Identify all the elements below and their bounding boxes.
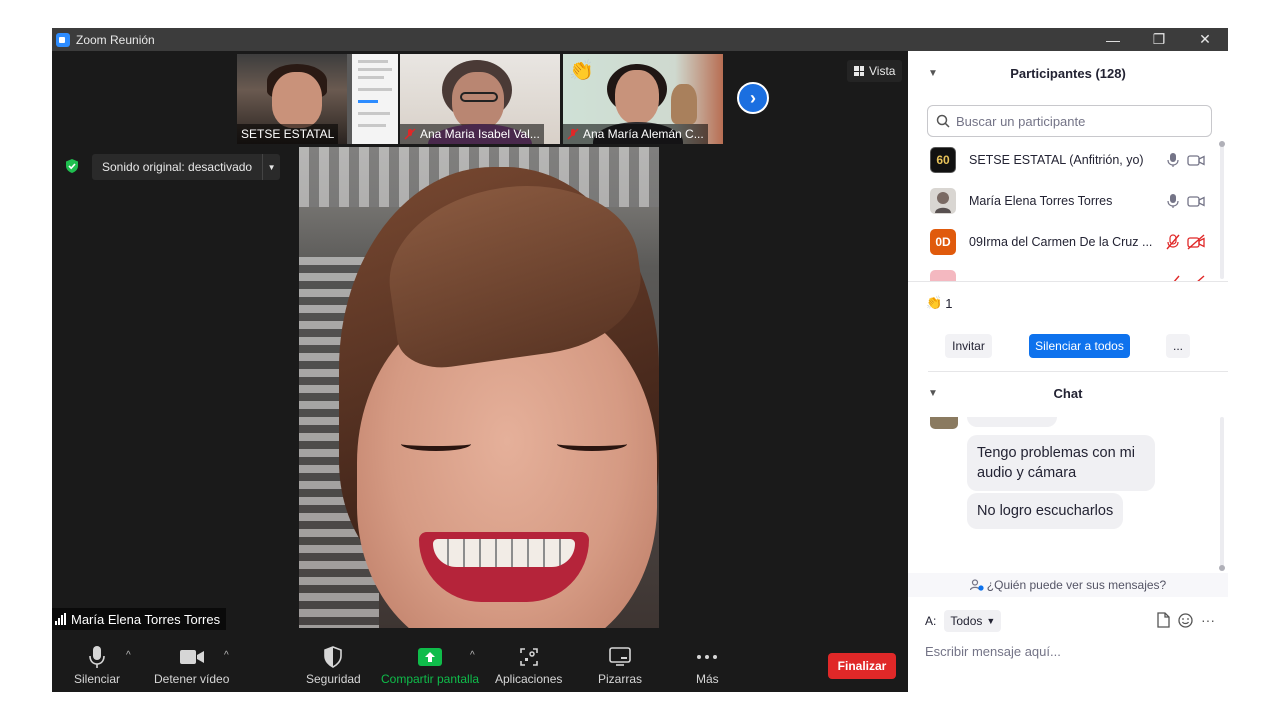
- next-page-button[interactable]: ›: [737, 82, 769, 114]
- chevron-down-icon[interactable]: ▼: [262, 154, 280, 180]
- shared-document-preview: [352, 54, 398, 144]
- chat-header: ▼ Chat: [928, 385, 1083, 401]
- window-title: Zoom Reunión: [76, 32, 155, 47]
- participant-search[interactable]: [927, 105, 1212, 137]
- mic-muted-icon[interactable]: [1166, 233, 1180, 250]
- share-screen-button[interactable]: Compartir pantalla: [381, 644, 479, 686]
- share-screen-icon: [418, 644, 443, 670]
- minimize-button[interactable]: —: [1090, 28, 1136, 51]
- clapping-hands-icon: 👏: [926, 295, 943, 310]
- divider: [928, 371, 1228, 372]
- participant-row[interactable]: 0D 09Irma del Carmen De la Cruz ...: [908, 221, 1220, 262]
- file-icon[interactable]: [1156, 612, 1170, 628]
- chevron-down-icon[interactable]: ▼: [928, 68, 938, 79]
- active-speaker-name-label: María Elena Torres Torres: [52, 608, 227, 630]
- original-sound-toggle[interactable]: Sonido original: desactivado ▼: [92, 154, 281, 180]
- search-icon: [936, 114, 950, 128]
- chat-message-partial: [967, 417, 1057, 427]
- microphone-icon[interactable]: [1166, 152, 1180, 168]
- video-area: SETSE ESTATAL Ana Maria Isabel Val... 👏 …: [52, 51, 908, 638]
- zoom-logo-icon: [56, 32, 70, 47]
- glasses-detail: [460, 92, 498, 102]
- chevron-down-icon: ▼: [986, 616, 996, 626]
- zoom-meeting-window: Zoom Reunión — ❐ ✕ SETSE ESTATAL Ana Mar…: [52, 28, 1228, 692]
- mute-button[interactable]: Silenciar: [74, 644, 120, 686]
- participant-thumbnail[interactable]: SETSE ESTATAL: [237, 54, 398, 144]
- video-camera-icon[interactable]: [1187, 193, 1205, 209]
- avatar: 60: [930, 146, 956, 173]
- mic-muted-icon: [404, 128, 416, 140]
- thumbnail-name-label: SETSE ESTATAL: [237, 124, 339, 144]
- shield-icon: [323, 644, 343, 670]
- security-shield-icon[interactable]: [64, 158, 80, 174]
- thumbnail-name-label: Ana María Alemán C...: [563, 124, 708, 144]
- reaction-count: 👏 1: [926, 295, 953, 311]
- more-dots-icon: [696, 644, 718, 670]
- video-camera-icon[interactable]: [1187, 152, 1205, 168]
- grid-view-icon: [854, 66, 864, 76]
- meeting-controls-toolbar: Silenciar ^ Detener vídeo ^ Seguridad Co…: [52, 638, 908, 692]
- thumbnail-name-label: Ana Maria Isabel Val...: [400, 124, 544, 144]
- chat-message-input[interactable]: [925, 640, 1215, 662]
- active-speaker-video: [299, 147, 659, 628]
- view-button[interactable]: Vista: [847, 60, 903, 82]
- avatar: [930, 269, 956, 281]
- audio-options-caret[interactable]: ^: [126, 650, 131, 661]
- who-can-see-link[interactable]: ¿Quién puede ver sus mensajes?: [908, 573, 1228, 597]
- avatar: [930, 187, 956, 214]
- participants-header: ▼ Participantes (128): [928, 65, 1126, 81]
- video-options-caret[interactable]: ^: [224, 650, 229, 661]
- chat-tools: ···: [1156, 612, 1215, 628]
- person-info-icon: [969, 579, 984, 591]
- participant-thumbnail[interactable]: 👏 Ana María Alemán C...: [563, 54, 723, 144]
- chat-recipient-row: A: Todos ▼ ···: [925, 609, 1215, 633]
- participant-search-input[interactable]: [956, 113, 1196, 129]
- whiteboard-icon: [609, 644, 631, 670]
- avatar: 0D: [930, 228, 956, 255]
- more-participant-options-button[interactable]: ...: [1166, 334, 1190, 358]
- recipient-select[interactable]: Todos ▼: [944, 610, 1002, 632]
- participant-list: 60 SETSE ESTATAL (Anfitrión, yo) María E…: [908, 139, 1220, 281]
- chat-message: Tengo problemas con mi audio y cámara: [967, 435, 1155, 491]
- video-off-icon[interactable]: [1187, 233, 1205, 250]
- video-camera-icon: [179, 644, 205, 670]
- whiteboards-button[interactable]: Pizarras: [598, 644, 642, 686]
- security-button[interactable]: Seguridad: [306, 644, 361, 686]
- side-panel: ▼ Participantes (128) 60 SETSE ESTATAL (…: [908, 51, 1228, 692]
- chevron-right-icon: ›: [750, 87, 756, 108]
- share-options-caret[interactable]: ^: [470, 650, 475, 661]
- participant-row[interactable]: 60 SETSE ESTATAL (Anfitrión, yo): [908, 139, 1220, 180]
- signal-strength-icon: [55, 613, 66, 625]
- microphone-icon[interactable]: [1166, 193, 1180, 209]
- chevron-down-icon[interactable]: ▼: [928, 388, 938, 399]
- participant-row[interactable]: María Elena Torres Torres: [908, 180, 1220, 221]
- invite-button[interactable]: Invitar: [945, 334, 992, 358]
- divider: [908, 281, 1228, 282]
- chat-scrollbar[interactable]: [1219, 417, 1225, 571]
- apps-icon: [519, 644, 539, 670]
- avatar: [930, 417, 958, 429]
- apps-button[interactable]: Aplicaciones: [495, 644, 562, 686]
- chat-messages: Tengo problemas con mi audio y cámara No…: [908, 417, 1220, 571]
- more-button[interactable]: Más: [696, 644, 719, 686]
- close-button[interactable]: ✕: [1182, 28, 1228, 51]
- profile-photo-icon: [935, 191, 951, 213]
- more-options-icon[interactable]: ···: [1201, 612, 1215, 628]
- participant-row[interactable]: [908, 262, 1220, 281]
- participant-list-scrollbar[interactable]: [1219, 141, 1225, 279]
- title-bar: Zoom Reunión — ❐ ✕: [52, 28, 1228, 51]
- chat-message: No logro escucharlos: [967, 493, 1124, 529]
- mic-muted-icon: [567, 128, 579, 140]
- stop-video-button[interactable]: Detener vídeo: [154, 644, 229, 686]
- end-meeting-button[interactable]: Finalizar: [828, 653, 896, 679]
- microphone-icon: [89, 644, 105, 670]
- restore-button[interactable]: ❐: [1136, 28, 1182, 51]
- participant-thumbnail[interactable]: Ana Maria Isabel Val...: [400, 54, 560, 144]
- emoji-icon[interactable]: [1178, 612, 1193, 628]
- raised-hand-icon: 👏: [569, 60, 594, 82]
- mute-all-button[interactable]: Silenciar a todos: [1029, 334, 1130, 358]
